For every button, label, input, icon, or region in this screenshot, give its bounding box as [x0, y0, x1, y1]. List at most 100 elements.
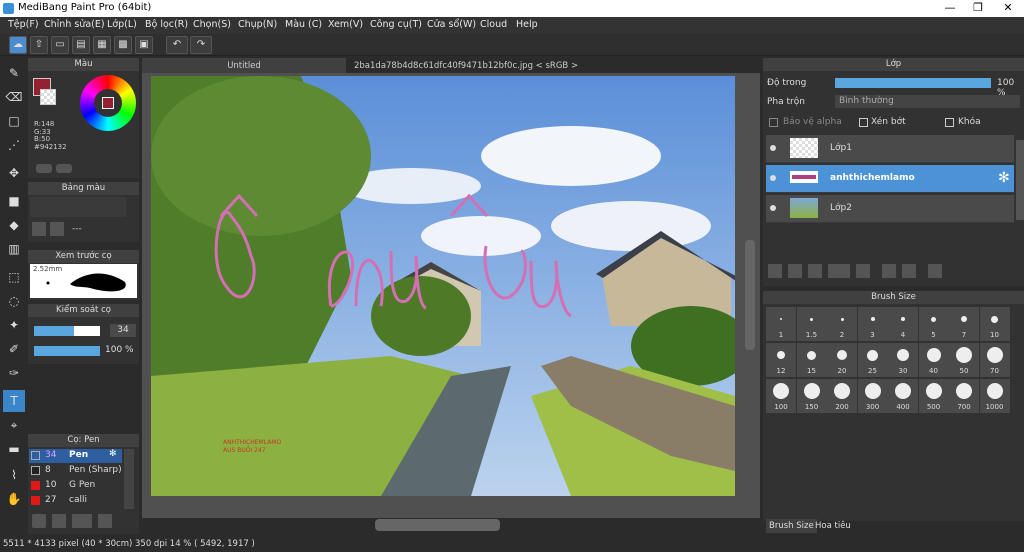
brush-size-option[interactable]: 700	[949, 379, 979, 413]
folder-icon[interactable]	[856, 264, 870, 278]
tab-navigator[interactable]: Hoa tiêu	[812, 519, 854, 533]
brush-size-option[interactable]: 20	[827, 343, 857, 377]
protect-alpha-checkbox[interactable]	[769, 118, 778, 127]
copy-brush-icon[interactable]	[98, 514, 112, 528]
brush-size-option[interactable]: 2	[827, 307, 857, 341]
menu-snap[interactable]: Chụp(N)	[238, 19, 277, 30]
brush-size-option[interactable]: 1.5	[796, 307, 827, 341]
list-item[interactable]: 34 Pen ✻	[29, 449, 122, 463]
brush-menu-icon[interactable]	[72, 514, 92, 528]
gear-icon[interactable]: ✻	[998, 170, 1010, 186]
canvas-horizontal-scrollbar[interactable]	[375, 519, 500, 531]
tab-file[interactable]: 2ba1da78b4d8c61dfc40f9471b12bf0c.jpg < s…	[348, 58, 584, 74]
brush-size-option[interactable]: 12	[766, 343, 796, 377]
fill-rect-tool-icon[interactable]: ■	[3, 190, 25, 212]
brush-size-option[interactable]: 200	[827, 379, 857, 413]
undo-icon[interactable]: ↶	[166, 36, 188, 54]
eye-icon[interactable]	[770, 175, 776, 181]
menu-help[interactable]: Help	[516, 19, 538, 30]
menu-color[interactable]: Màu (C)	[285, 19, 322, 30]
eye-icon[interactable]	[770, 145, 776, 151]
palette-list[interactable]	[30, 197, 126, 217]
canvas-image[interactable]: ANHTHICHEMLAMO AUS BUỒI 247	[151, 76, 735, 496]
hand-tool-icon[interactable]: ✋	[3, 488, 25, 510]
canvas-vertical-scrollbar[interactable]	[745, 240, 755, 350]
eye-icon[interactable]	[36, 164, 52, 173]
lock-checkbox[interactable]	[945, 118, 954, 127]
new-halftone-layer-icon[interactable]	[788, 264, 802, 278]
add-layer-menu-icon[interactable]	[828, 264, 850, 278]
blend-mode-select[interactable]: Bình thường	[835, 95, 1020, 108]
new-brush-icon[interactable]	[52, 514, 66, 528]
layer-list-scrollbar[interactable]	[1016, 140, 1024, 220]
brush-size-option[interactable]: 150	[796, 379, 827, 413]
brush-size-option[interactable]: 3	[857, 307, 888, 341]
brush-size-option[interactable]: 7	[949, 307, 979, 341]
brush-size-option[interactable]: 1	[766, 307, 796, 341]
minimize-button[interactable]: —	[936, 0, 964, 17]
size-slider[interactable]	[34, 326, 100, 336]
select-pen-tool-icon[interactable]: ✐	[3, 338, 25, 360]
palette-icon[interactable]	[56, 164, 72, 173]
brush-size-option[interactable]: 100	[766, 379, 796, 413]
layer-opacity-slider[interactable]	[835, 78, 991, 88]
gear-icon[interactable]: ✻	[109, 449, 117, 459]
share-icon[interactable]: ⇧	[30, 36, 48, 54]
list-item[interactable]: 10 G Pen	[29, 479, 122, 493]
close-button[interactable]: ✕	[994, 0, 1022, 17]
layer-row[interactable]: Lớp1	[766, 135, 1014, 163]
select-eraser-tool-icon[interactable]: ✑	[3, 362, 25, 384]
text-tool-icon[interactable]: T	[3, 390, 25, 412]
comment-icon[interactable]: ▤	[72, 36, 90, 54]
new-layer-icon[interactable]	[768, 264, 782, 278]
brush-size-option[interactable]: 50	[949, 343, 979, 377]
opacity-value[interactable]: 100 %	[105, 345, 134, 355]
brush-size-option[interactable]: 40	[918, 343, 949, 377]
menu-window[interactable]: Cửa sổ(W)	[427, 19, 476, 30]
maximize-button[interactable]: ❐	[964, 0, 992, 17]
merge-layer-icon[interactable]	[902, 264, 916, 278]
grid-icon[interactable]: ▩	[114, 36, 132, 54]
tab-brush-size[interactable]: Brush Size	[766, 519, 817, 533]
operation-tool-icon[interactable]: ⌖	[3, 414, 25, 436]
cloud-icon[interactable]: ☁	[9, 36, 27, 54]
menu-filter[interactable]: Bộ lọc(R)	[145, 19, 188, 30]
menu-select[interactable]: Chọn(S)	[193, 19, 231, 30]
add-brush-icon[interactable]	[32, 514, 46, 528]
eyedropper-tool-icon[interactable]: ⌇	[3, 464, 25, 486]
document-icon[interactable]: ▦	[93, 36, 111, 54]
gradient-tool-icon[interactable]: ▥	[3, 238, 25, 260]
redo-icon[interactable]: ↷	[190, 36, 212, 54]
brush-size-option[interactable]: 1000	[979, 379, 1010, 413]
layer-row[interactable]: Lớp2	[766, 195, 1014, 223]
opacity-slider[interactable]	[34, 346, 100, 356]
brush-size-option[interactable]: 30	[888, 343, 918, 377]
list-item[interactable]: 27 calli	[29, 494, 122, 508]
delete-layer-icon[interactable]	[928, 264, 942, 278]
brush-size-option[interactable]: 5	[918, 307, 949, 341]
brush-size-option[interactable]: 10	[979, 307, 1010, 341]
eraser-tool-icon[interactable]: ⌫	[3, 86, 25, 108]
background-color-swatch[interactable]	[40, 89, 56, 105]
apps-icon[interactable]: ▣	[135, 36, 153, 54]
eye-icon[interactable]	[770, 205, 776, 211]
brush-size-option[interactable]: 4	[888, 307, 918, 341]
brush-size-option[interactable]: 400	[888, 379, 918, 413]
duplicate-layer-icon[interactable]	[882, 264, 896, 278]
menu-file[interactable]: Tệp(F)	[8, 19, 39, 30]
color-wheel[interactable]	[80, 75, 136, 131]
menu-view[interactable]: Xem(V)	[328, 19, 363, 30]
brush-list-scrollbar[interactable]	[124, 449, 134, 509]
brush-size-option[interactable]: 25	[857, 343, 888, 377]
menu-cloud[interactable]: Cloud	[480, 19, 507, 30]
color-square[interactable]	[102, 97, 114, 109]
rect-select-tool-icon[interactable]: □	[3, 110, 25, 132]
layer-row[interactable]: anhthichemlamo ✻	[766, 165, 1014, 193]
dot-tool-icon[interactable]: ⋰	[3, 134, 25, 156]
move-tool-icon[interactable]: ✥	[3, 162, 25, 184]
clip-checkbox[interactable]	[859, 118, 868, 127]
divide-tool-icon[interactable]: ▬	[3, 438, 25, 460]
new-palette-icon[interactable]	[32, 222, 46, 236]
tab-untitled[interactable]: Untitled	[142, 58, 346, 74]
menu-edit[interactable]: Chỉnh sửa(E)	[44, 19, 105, 30]
